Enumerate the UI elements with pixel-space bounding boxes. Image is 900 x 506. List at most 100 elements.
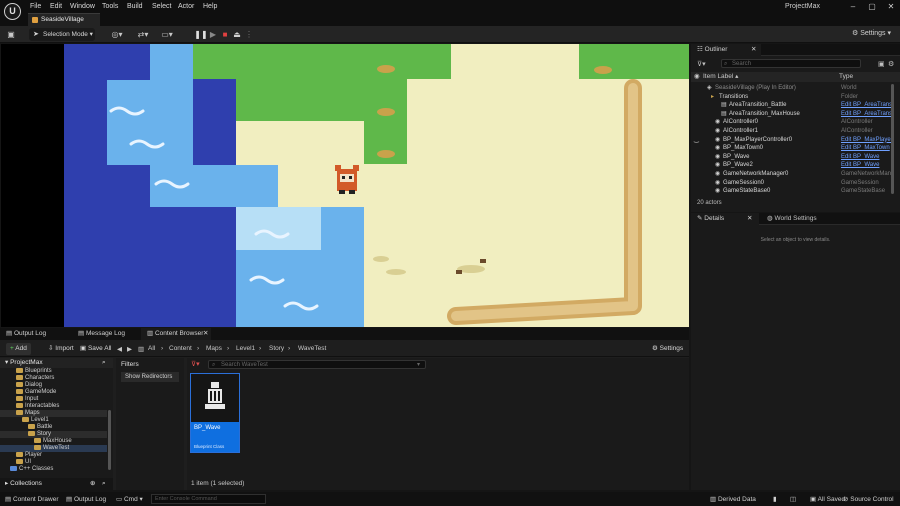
column-item-label[interactable]: Item Label ▴ <box>703 72 738 82</box>
outliner-row-type[interactable]: Edit BP_Wave <box>841 153 879 162</box>
breadcrumb-content[interactable]: Content <box>169 345 192 352</box>
outliner-row-type[interactable]: Edit BP_AreaTrans <box>841 110 892 119</box>
tree-item[interactable]: C++ Classes <box>0 466 107 473</box>
tab-world-settings[interactable]: ◍ World Settings <box>761 213 841 225</box>
tree-item[interactable]: Story <box>0 431 107 438</box>
menu-window[interactable]: Window <box>70 3 95 10</box>
tree-root[interactable]: ▾ ProjectMax ⌕ <box>0 358 113 368</box>
outliner-row[interactable]: ◉ GameNetworkManager0 GameNetworkMan <box>691 170 900 179</box>
level-tab[interactable]: SeasideVillage <box>28 13 100 26</box>
outliner-row[interactable]: ‿ ◉ BP_MaxPlayerController0 Edit BP_MaxPlay… <box>691 136 900 145</box>
breadcrumb-wavetest[interactable]: WaveTest <box>298 345 326 352</box>
outliner-row[interactable]: ◉ AIController0 AIController <box>691 118 900 127</box>
more-options-icon[interactable]: ⋮ <box>242 29 256 40</box>
tab-output-log[interactable]: ▤ Output Log <box>0 328 62 340</box>
collections-header[interactable]: ▸ Collections ⊕ ⌕ <box>0 478 113 490</box>
add-button[interactable]: + Add <box>6 343 31 355</box>
close-icon[interactable]: ✕ <box>203 328 208 340</box>
gear-icon[interactable]: ⚙ <box>888 60 894 68</box>
blueprint-icon[interactable]: ⇄▾ <box>136 29 150 40</box>
selection-mode-dropdown[interactable]: ➤ Selection Mode ▾ <box>29 28 95 41</box>
minimize-button[interactable]: – <box>846 2 860 11</box>
eye-icon[interactable]: ◉ <box>694 72 700 82</box>
search-icon[interactable]: ⌕ <box>102 478 106 490</box>
outliner-row[interactable]: ◉ BP_Wave2 Edit BP_Wave <box>691 161 900 170</box>
outliner-row[interactable]: ▤ AreaTransition_Battle Edit BP_AreaTrans <box>691 101 900 110</box>
source-control-button[interactable]: ⊘ Source Control <box>843 495 894 503</box>
menu-tools[interactable]: Tools <box>102 3 118 10</box>
outliner-row-type[interactable]: Edit BP_Wave <box>841 161 879 170</box>
add-collection-icon[interactable]: ⊕ <box>90 478 95 490</box>
menu-file[interactable]: File <box>30 3 41 10</box>
save-all-button[interactable]: ▣ Save All <box>76 343 115 355</box>
tree-item[interactable]: WaveTest <box>0 445 107 452</box>
tree-item[interactable]: Level1 <box>0 417 107 424</box>
console-command-input[interactable]: Enter Console Command <box>151 494 266 504</box>
back-icon[interactable]: ◀ <box>117 345 122 353</box>
tree-scrollbar[interactable] <box>108 410 111 470</box>
outliner-row[interactable]: ◉ GameStateBase0 GameStateBase <box>691 187 900 196</box>
close-window-button[interactable]: ✕ <box>884 2 898 11</box>
output-log-button[interactable]: ▤ Output Log <box>66 495 106 503</box>
tree-item[interactable]: Dialog <box>0 382 107 389</box>
add-content-icon[interactable]: ◎▾ <box>110 29 124 40</box>
outliner-row-type[interactable]: Edit BP_MaxTown <box>841 144 890 153</box>
menu-build[interactable]: Build <box>127 3 143 10</box>
forward-icon[interactable]: ▶ <box>127 345 132 353</box>
unreal-logo-icon[interactable]: U <box>4 3 21 20</box>
content-settings-button[interactable]: ⚙ Settings <box>648 343 687 355</box>
tab-outliner[interactable]: ☷ Outliner ✕ <box>691 44 761 56</box>
outliner-scrollbar[interactable] <box>891 84 894 194</box>
tree-item[interactable]: MaxHouse <box>0 438 107 445</box>
outliner-row-type[interactable]: Edit BP_AreaTrans <box>841 101 892 110</box>
notifications-icon[interactable]: ◫ <box>790 495 796 503</box>
breadcrumb-maps[interactable]: Maps <box>206 345 222 352</box>
outliner-search-input[interactable]: ⌕ Search <box>721 59 861 68</box>
tab-content-browser[interactable]: ▥ Content Browser ✕ <box>141 328 211 340</box>
outliner-row[interactable]: ▸ Transitions Folder <box>691 93 900 102</box>
content-drawer-button[interactable]: ▤ Content Drawer <box>5 495 59 503</box>
column-type[interactable]: Type <box>839 72 853 82</box>
breadcrumb-story[interactable]: Story <box>269 345 284 352</box>
maximize-button[interactable]: ▢ <box>865 2 879 11</box>
tree-item[interactable]: Input <box>0 396 107 403</box>
breadcrumb-all[interactable]: All <box>148 345 155 352</box>
save-icon[interactable]: ▣ <box>4 29 18 40</box>
level-viewport[interactable] <box>1 44 689 327</box>
chevron-down-icon[interactable]: ▾ <box>417 361 420 369</box>
close-icon[interactable]: ✕ <box>747 213 752 225</box>
add-folder-icon[interactable]: ▣ <box>878 60 885 68</box>
outliner-row[interactable]: ◉ BP_Wave Edit BP_Wave <box>691 153 900 162</box>
close-icon[interactable]: ✕ <box>751 44 756 56</box>
filter-icon[interactable]: ⊽▾ <box>191 360 200 368</box>
tree-item[interactable]: Interactables <box>0 403 107 410</box>
menu-select[interactable]: Select <box>152 3 171 10</box>
bar-chart-icon[interactable]: ▮ <box>773 495 777 503</box>
asset-search-input[interactable]: ⌕ Search WaveTest ▾ <box>208 360 426 369</box>
search-icon[interactable]: ⌕ <box>102 358 106 368</box>
cmd-dropdown[interactable]: ▭ Cmd ▾ <box>116 495 143 503</box>
import-button[interactable]: ⇩ Import <box>44 343 78 355</box>
tree-item[interactable]: Player <box>0 452 107 459</box>
tree-item[interactable]: Blueprints <box>0 368 107 375</box>
filter-icon[interactable]: ⊽▾ <box>697 60 706 68</box>
eye-icon[interactable]: ‿ <box>694 136 699 145</box>
tab-details[interactable]: ✎ Details ✕ <box>691 213 759 225</box>
all-saved-button[interactable]: ▣ All Saved <box>810 495 845 503</box>
outliner-row[interactable]: ▤ AreaTransition_MaxHouse Edit BP_AreaTran… <box>691 110 900 119</box>
menu-help[interactable]: Help <box>203 3 217 10</box>
outliner-row[interactable]: ◈ SeasideVillage (Play In Editor) World <box>691 84 900 93</box>
folder-icon[interactable]: ▥ <box>138 345 144 353</box>
tab-message-log[interactable]: ▤ Message Log <box>72 328 138 340</box>
tree-item[interactable]: GameMode <box>0 389 107 396</box>
menu-edit[interactable]: Edit <box>50 3 62 10</box>
settings-button[interactable]: ⚙ Settings ▾ <box>852 29 891 37</box>
asset-tile-bp-wave[interactable]: BP_Wave Blueprint Class <box>190 373 240 453</box>
outliner-row-type[interactable]: Edit BP_MaxPlayer <box>841 136 893 145</box>
derived-data-button[interactable]: ▥ Derived Data <box>710 495 756 503</box>
outliner-row[interactable]: ◉ GameSession0 GameSession <box>691 179 900 188</box>
menu-actor[interactable]: Actor <box>178 3 194 10</box>
breadcrumb-level1[interactable]: Level1 <box>236 345 255 352</box>
tree-item[interactable]: Battle <box>0 424 107 431</box>
cinematics-icon[interactable]: ▭▾ <box>160 29 174 40</box>
